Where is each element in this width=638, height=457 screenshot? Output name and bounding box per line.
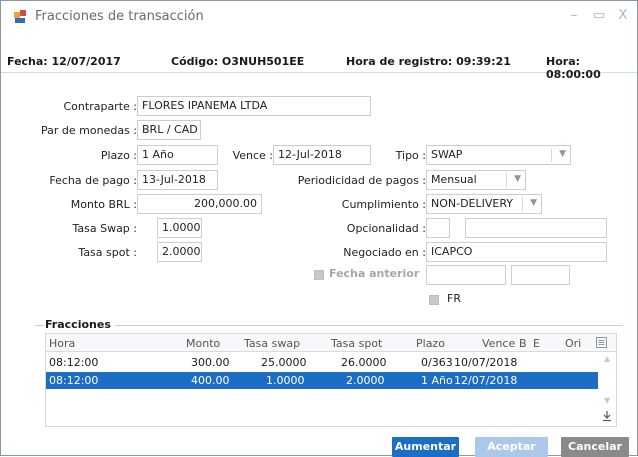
transaction-info-bar: Fecha: 12/07/2017 Código: O3NUH501EE Hor… — [1, 51, 637, 81]
cumplimiento-select[interactable]: NON-DELIVERY ▼ — [426, 194, 542, 214]
contraparte-label: Contraparte : — [63, 100, 138, 113]
window-title: Fracciones de transacción — [35, 9, 204, 24]
select-divider — [551, 148, 552, 162]
fecha-anterior-date-field[interactable] — [426, 265, 506, 285]
table-row[interactable]: 08:12:00 300.00 25.0000 26.0000 0/363 10… — [46, 354, 598, 371]
chevron-down-icon[interactable]: ▼ — [514, 174, 521, 184]
app-logo-icon — [14, 10, 26, 23]
tipo-label: Tipo : — [395, 149, 426, 162]
tasa-spot-label: Tasa spot : — [78, 246, 137, 259]
tasa-spot-field[interactable]: 2.0000 — [157, 242, 202, 262]
fecha-anterior-time-field[interactable] — [511, 265, 570, 285]
fracciones-title: Fracciones — [45, 318, 115, 331]
cumplimiento-value: NON-DELIVERY — [431, 197, 514, 210]
column-header-plazo[interactable]: Plazo — [416, 337, 445, 350]
column-header-tasa-swap[interactable]: Tasa swap — [244, 337, 300, 350]
close-icon[interactable]: X — [615, 8, 631, 23]
table-header: Hora Monto Tasa swap Tasa spot Plazo Ven… — [46, 334, 616, 352]
column-chooser-icon[interactable] — [596, 337, 607, 348]
plazo-label: Plazo : — [100, 149, 137, 162]
cell-monto: 400.00 — [191, 374, 230, 387]
select-divider — [506, 173, 507, 187]
minimize-icon[interactable]: – — [566, 8, 582, 23]
periodicidad-select[interactable]: Mensual ▼ — [426, 170, 526, 190]
opcionalidad-field[interactable] — [426, 218, 450, 238]
tasa-swap-label: Tasa Swap : — [72, 222, 137, 235]
negociado-en-field[interactable]: ICAPCO — [426, 242, 607, 262]
scroll-down-icon[interactable]: ▼ — [604, 396, 610, 405]
cell-plazo: 1 Año — [421, 374, 453, 387]
chevron-down-icon[interactable]: ▼ — [559, 149, 566, 159]
section-divider — [35, 325, 623, 326]
opcionalidad-detail-field[interactable] — [465, 218, 607, 238]
tipo-value: SWAP — [431, 148, 463, 161]
transaction-fractions-window: Fracciones de transacción – ▭ X Fecha: 1… — [0, 0, 638, 457]
column-header-ori[interactable]: Ori — [565, 337, 581, 350]
opcionalidad-label: Opcionalidad : — [346, 222, 426, 235]
monto-brl-field[interactable]: 200,000.00 — [137, 194, 262, 214]
cell-tasa-swap: 25.0000 — [261, 356, 307, 369]
select-divider — [522, 197, 523, 211]
periodicidad-value: Mensual — [431, 173, 477, 186]
table-row-selected[interactable]: 08:12:00 400.00 1.0000 2.0000 1 Año 12/0… — [46, 372, 598, 389]
column-header-vence[interactable]: Vence — [482, 337, 515, 350]
column-header-e[interactable]: E — [533, 337, 540, 350]
aumentar-button[interactable]: Aumentar — [392, 437, 459, 457]
cell-hora: 08:12:00 — [49, 356, 99, 369]
negociado-en-label: Negociado en : — [343, 246, 426, 259]
plazo-field[interactable]: 1 Año — [137, 145, 218, 165]
cell-monto: 300.00 — [191, 356, 230, 369]
column-header-b[interactable]: B — [519, 337, 527, 350]
chevron-down-icon[interactable]: ▼ — [530, 198, 537, 208]
fecha-pago-label: Fecha de pago : — [49, 174, 137, 187]
cell-tasa-swap: 1.0000 — [266, 374, 305, 387]
title-bar[interactable]: Fracciones de transacción – ▭ X — [1, 1, 637, 33]
aceptar-button[interactable]: Aceptar — [475, 437, 548, 457]
column-header-monto[interactable]: Monto — [186, 337, 220, 350]
cell-vence: 10/07/2018 — [454, 356, 518, 369]
column-header-tasa-spot[interactable]: Tasa spot — [331, 337, 382, 350]
hora-info: Hora: 08:00:00 — [546, 55, 601, 81]
vence-field[interactable]: 12-Jul-2018 — [273, 145, 371, 165]
cumplimiento-label: Cumplimiento : — [341, 198, 426, 211]
fecha-anterior-label: Fecha anterior — [329, 267, 420, 280]
periodicidad-label: Periodicidad de pagos : — [297, 174, 426, 187]
tasa-swap-field[interactable]: 1.0000 — [157, 218, 202, 238]
contraparte-field[interactable]: FLORES IPANEMA LTDA — [137, 96, 371, 116]
download-icon[interactable] — [601, 410, 613, 422]
cell-hora: 08:12:00 — [49, 374, 99, 387]
fecha-pago-field[interactable]: 13-Jul-2018 — [137, 170, 218, 190]
scroll-up-icon[interactable]: ▲ — [604, 354, 610, 363]
monto-brl-label: Monto BRL : — [70, 198, 137, 211]
maximize-icon[interactable]: ▭ — [591, 8, 607, 23]
fecha-info: Fecha: 12/07/2017 — [7, 55, 121, 68]
cell-plazo: 0/363 — [421, 356, 453, 369]
par-monedas-label: Par de monedas : — [41, 124, 137, 137]
fecha-anterior-checkbox[interactable] — [314, 270, 324, 280]
fr-label: FR — [447, 292, 461, 305]
tipo-select[interactable]: SWAP ▼ — [426, 145, 571, 165]
cell-tasa-spot: 26.0000 — [341, 356, 387, 369]
cell-tasa-spot: 2.0000 — [346, 374, 385, 387]
par-monedas-field[interactable]: BRL / CAD — [137, 120, 201, 140]
vence-label: Vence : — [232, 149, 273, 162]
fracciones-table: Hora Monto Tasa swap Tasa spot Plazo Ven… — [45, 333, 617, 427]
codigo-info: Código: O3NUH501EE — [171, 55, 305, 68]
cancelar-button[interactable]: Cancelar — [561, 437, 629, 457]
hora-registro-info: Hora de registro: 09:39:21 — [346, 55, 511, 68]
cell-vence: 12/07/2018 — [454, 374, 518, 387]
fr-checkbox[interactable] — [429, 295, 439, 305]
column-header-hora[interactable]: Hora — [49, 337, 75, 350]
